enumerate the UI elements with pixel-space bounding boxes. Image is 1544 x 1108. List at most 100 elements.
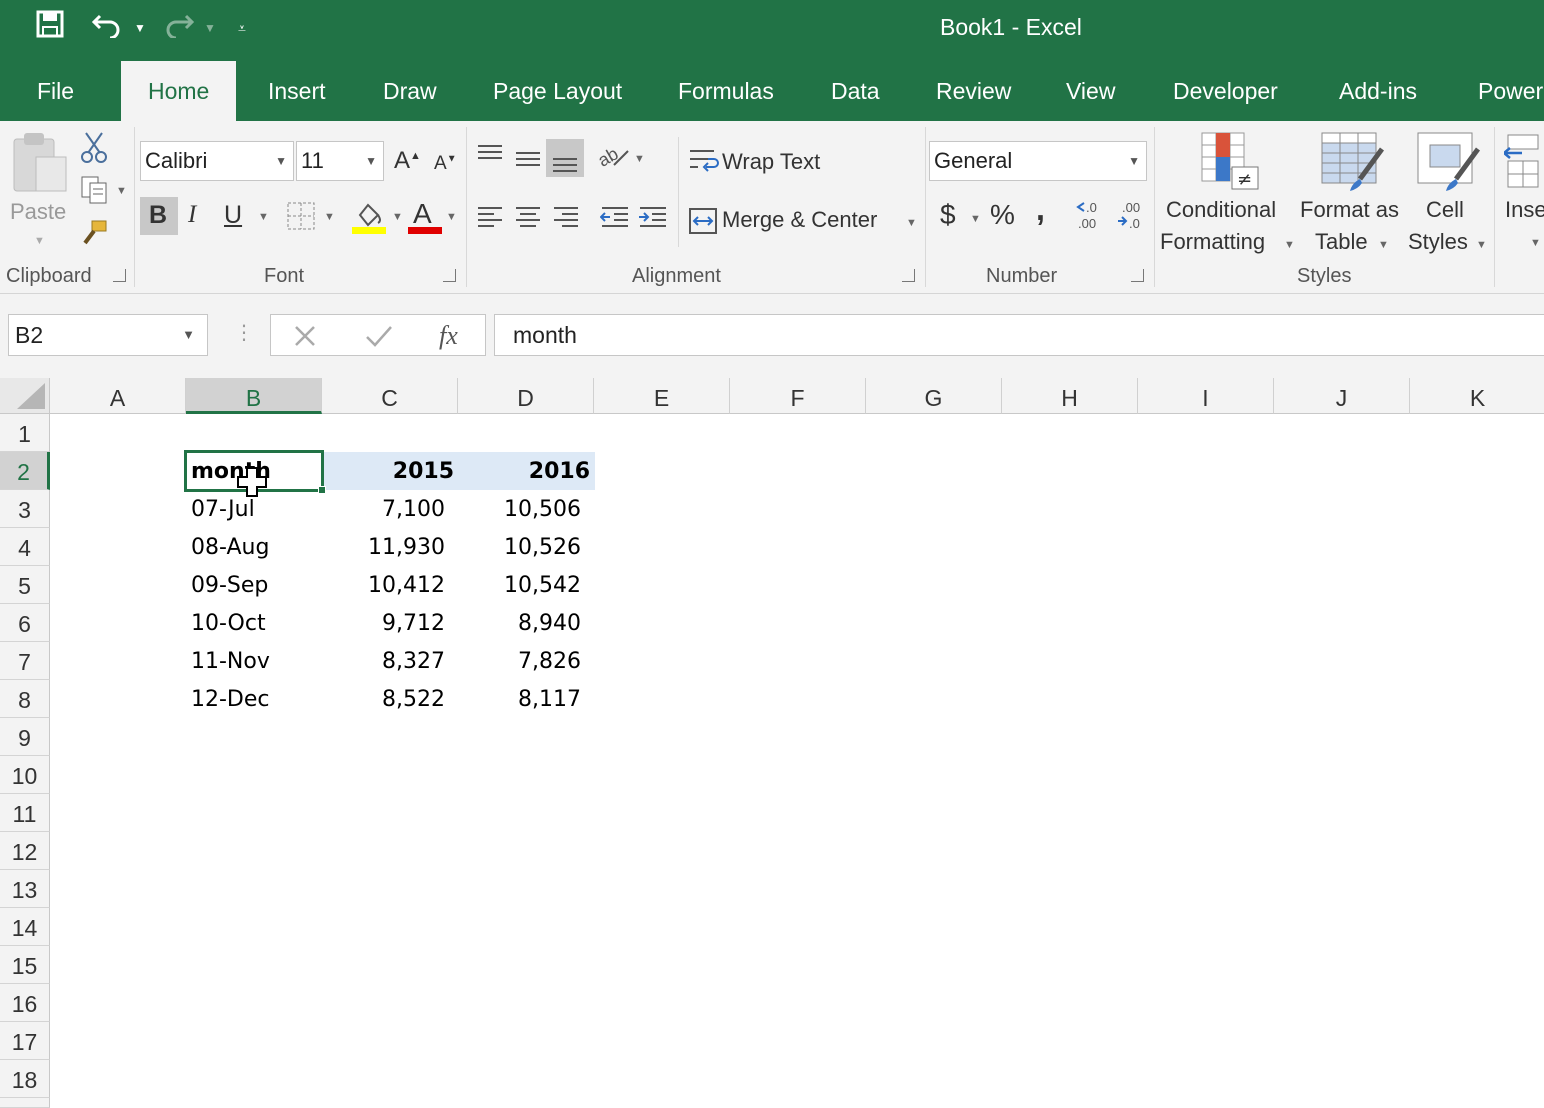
cancel-icon[interactable]	[293, 325, 317, 352]
decrease-decimal-icon[interactable]: .00.0	[1116, 199, 1148, 236]
format-as-table-label-2[interactable]: Table	[1315, 229, 1368, 255]
increase-indent-icon[interactable]	[638, 205, 668, 234]
tab-developer[interactable]: Developer	[1171, 61, 1280, 122]
select-all-button[interactable]	[0, 378, 50, 414]
table-cell-2016[interactable]: 7,826	[459, 642, 581, 680]
row-header-11[interactable]: 11	[0, 794, 50, 832]
row-header-9[interactable]: 9	[0, 718, 50, 756]
table-cell-month[interactable]: 11-Nov	[191, 642, 321, 680]
table-cell-month[interactable]: 10-Oct	[191, 604, 321, 642]
vertical-grip-icon[interactable]: ⋮	[234, 320, 254, 345]
undo-icon[interactable]	[91, 10, 124, 47]
row-header-8[interactable]: 8	[0, 680, 50, 718]
format-as-table-dropdown-icon[interactable]: ▼	[1378, 239, 1389, 251]
increase-decimal-icon[interactable]: .0.00	[1076, 199, 1108, 236]
align-center-icon[interactable]	[514, 205, 542, 234]
align-left-icon[interactable]	[476, 205, 504, 234]
row-header-19[interactable]	[0, 1098, 50, 1108]
table-cell-2016[interactable]: 8,117	[459, 680, 581, 718]
row-header-12[interactable]: 12	[0, 832, 50, 870]
tab-view[interactable]: View	[1064, 61, 1117, 122]
row-header-6[interactable]: 6	[0, 604, 50, 642]
bottom-align-icon[interactable]	[551, 149, 579, 178]
conditional-formatting-icon[interactable]: ≠	[1200, 131, 1260, 198]
table-cell-2015[interactable]: 11,930	[323, 528, 445, 566]
decrease-font-size-icon[interactable]: A▼	[434, 153, 457, 175]
tab-add-ins[interactable]: Add-ins	[1337, 61, 1419, 122]
tab-file[interactable]: File	[35, 61, 76, 122]
wrap-text-button[interactable]: Wrap Text	[722, 149, 820, 175]
middle-align-icon[interactable]	[514, 147, 542, 176]
conditional-formatting-dropdown-icon[interactable]: ▼	[1284, 239, 1295, 251]
row-header-3[interactable]: 3	[0, 490, 50, 528]
cut-icon[interactable]	[80, 131, 108, 168]
underline-dropdown-icon[interactable]: ▼	[258, 211, 269, 223]
italic-button[interactable]: I	[188, 201, 196, 229]
cell-styles-label[interactable]: Cell	[1426, 197, 1464, 223]
cell-styles-icon[interactable]	[1416, 131, 1482, 198]
cell-styles-dropdown-icon[interactable]: ▼	[1476, 239, 1487, 251]
conditional-formatting-label[interactable]: Conditional	[1166, 197, 1276, 223]
cell-d2[interactable]: 2016	[459, 452, 590, 490]
orientation-dropdown-icon[interactable]: ▼	[634, 153, 645, 165]
percent-style-button[interactable]: %	[990, 199, 1015, 231]
column-header-e[interactable]: E	[594, 378, 730, 414]
redo-dropdown-icon[interactable]: ▼	[204, 10, 216, 46]
insert-cells-label[interactable]: Inse	[1505, 197, 1544, 223]
underline-button[interactable]: U	[224, 201, 242, 230]
alignment-launcher-icon[interactable]	[902, 269, 915, 282]
column-header-a[interactable]: A	[50, 378, 186, 414]
undo-dropdown-icon[interactable]: ▼	[134, 10, 146, 46]
cell-styles-label-2[interactable]: Styles	[1408, 229, 1468, 255]
row-header-7[interactable]: 7	[0, 642, 50, 680]
row-header-18[interactable]: 18	[0, 1060, 50, 1098]
accounting-dropdown-icon[interactable]: ▼	[970, 213, 981, 225]
insert-function-button[interactable]: fx	[439, 321, 458, 351]
number-format-select[interactable]: General ▼	[929, 141, 1147, 181]
format-as-table-icon[interactable]	[1320, 131, 1386, 198]
row-header-1[interactable]: 1	[0, 414, 50, 452]
format-painter-icon[interactable]	[80, 219, 108, 252]
column-header-i[interactable]: I	[1138, 378, 1274, 414]
wrap-text-icon[interactable]	[688, 147, 720, 180]
column-header-h[interactable]: H	[1002, 378, 1138, 414]
format-as-table-label[interactable]: Format as	[1300, 197, 1399, 223]
fill-color-dropdown-icon[interactable]: ▼	[392, 211, 403, 223]
insert-cells-dropdown-icon[interactable]: ▼	[1530, 237, 1541, 249]
borders-dropdown-icon[interactable]: ▼	[324, 211, 335, 223]
table-cell-month[interactable]: 12-Dec	[191, 680, 321, 718]
save-icon[interactable]	[36, 10, 64, 47]
table-cell-2016[interactable]: 10,506	[459, 490, 581, 528]
table-cell-2015[interactable]: 8,327	[323, 642, 445, 680]
column-header-b[interactable]: B	[186, 378, 322, 414]
orientation-icon[interactable]: ab	[594, 141, 630, 176]
column-header-k[interactable]: K	[1410, 378, 1544, 414]
cell-c2[interactable]: 2015	[323, 452, 454, 490]
font-size-select[interactable]: 11 ▼	[296, 141, 384, 181]
row-header-10[interactable]: 10	[0, 756, 50, 794]
name-box[interactable]: B2 ▼	[8, 314, 208, 356]
align-right-icon[interactable]	[552, 205, 580, 234]
row-header-2[interactable]: 2	[0, 452, 50, 490]
row-header-13[interactable]: 13	[0, 870, 50, 908]
merge-center-icon[interactable]	[688, 207, 718, 240]
bold-button[interactable]: B	[149, 201, 167, 230]
table-cell-2015[interactable]: 7,100	[323, 490, 445, 528]
table-cell-2016[interactable]: 8,940	[459, 604, 581, 642]
table-cell-2015[interactable]: 9,712	[323, 604, 445, 642]
number-launcher-icon[interactable]	[1131, 269, 1144, 282]
row-header-17[interactable]: 17	[0, 1022, 50, 1060]
row-header-5[interactable]: 5	[0, 566, 50, 604]
column-header-g[interactable]: G	[866, 378, 1002, 414]
table-cell-2016[interactable]: 10,542	[459, 566, 581, 604]
paste-icon[interactable]	[10, 131, 70, 206]
row-header-16[interactable]: 16	[0, 984, 50, 1022]
conditional-formatting-label-2[interactable]: Formatting	[1160, 229, 1265, 255]
column-header-f[interactable]: F	[730, 378, 866, 414]
tab-draw[interactable]: Draw	[381, 61, 439, 122]
table-cell-2015[interactable]: 10,412	[323, 566, 445, 604]
insert-cells-icon[interactable]	[1502, 131, 1544, 196]
comma-style-button[interactable]: ,	[1036, 191, 1045, 228]
top-align-icon[interactable]	[476, 143, 504, 172]
tab-power[interactable]: Power	[1476, 61, 1544, 122]
